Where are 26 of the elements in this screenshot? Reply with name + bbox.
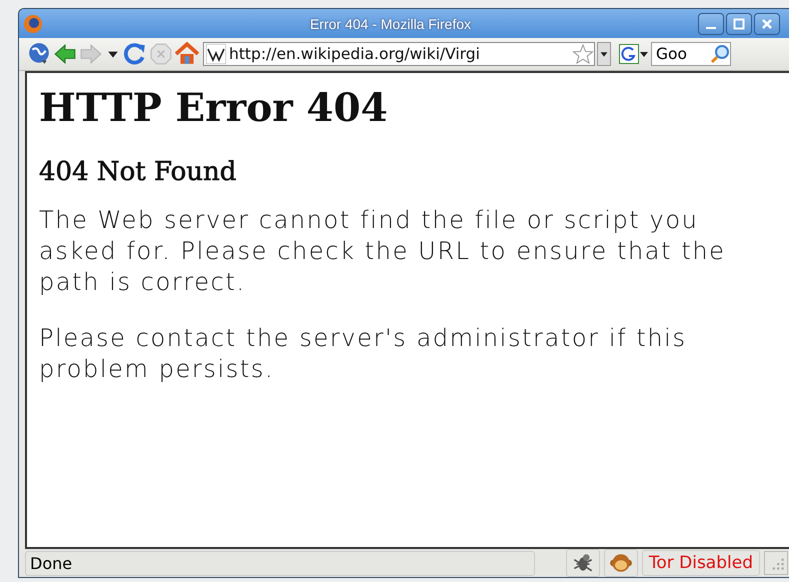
g-logo-icon (619, 44, 639, 64)
search-icon[interactable] (710, 44, 730, 64)
paragraph: The Web server cannot find the file or script you asked for. Please check the URL to ensure that the path is correct. (39, 205, 727, 298)
reload-icon[interactable] (123, 42, 147, 66)
star-icon[interactable] (572, 43, 594, 65)
tor-status[interactable]: Tor Disabled (642, 550, 760, 576)
bug-icon[interactable] (566, 549, 600, 577)
page-subheading: 404 Not Found (39, 157, 238, 187)
caret-icon[interactable] (597, 42, 611, 66)
paragraph: Please contact the server's administrator if this problem persists. (39, 323, 688, 385)
page-heading: HTTP Error 404 (39, 85, 389, 131)
search-engine-button[interactable] (619, 42, 649, 66)
home-icon[interactable] (175, 42, 199, 66)
minimize-button[interactable] (698, 12, 724, 34)
back-icon[interactable] (53, 42, 77, 66)
search-field[interactable]: Goo (651, 42, 731, 66)
resize-grip-icon[interactable] (764, 551, 788, 575)
close-icon (760, 16, 774, 30)
status-text: Done (25, 550, 535, 576)
address-field[interactable]: http://en.wikipedia.org/wiki/Virgi (203, 42, 595, 66)
maximize-button[interactable] (726, 12, 752, 34)
window-title: Error 404 - Mozilla Firefox (308, 16, 472, 32)
caret-icon (639, 49, 649, 59)
close-button[interactable] (754, 12, 780, 34)
minimize-icon (706, 26, 716, 28)
maximize-icon (732, 16, 746, 30)
